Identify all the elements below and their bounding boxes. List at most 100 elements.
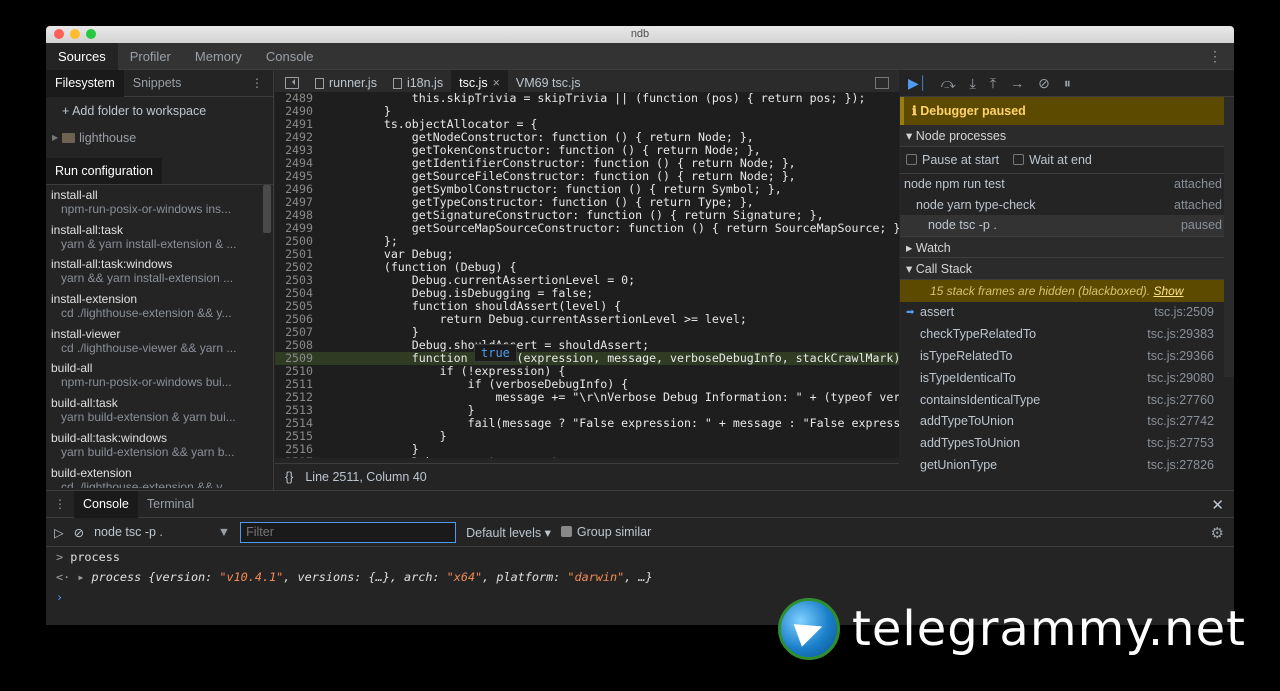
- navigator-tabs: Filesystem Snippets ⋮: [46, 69, 273, 97]
- tab-filesystem[interactable]: Filesystem: [46, 69, 124, 97]
- run-item-command: cd ./lighthouse-extension && y...: [61, 479, 232, 489]
- call-frame[interactable]: getUnionType tsc.js:27826: [900, 454, 1234, 476]
- frame-location[interactable]: tsc.js:29080: [1147, 371, 1214, 385]
- tab-console[interactable]: Console: [254, 43, 326, 70]
- process-item[interactable]: node npm run test attached: [900, 174, 1234, 195]
- run-item-name: build-all: [51, 361, 93, 376]
- close-drawer-icon[interactable]: ✕: [1211, 496, 1224, 514]
- zoom-window-button[interactable]: [86, 29, 96, 39]
- pause-at-start-checkbox[interactable]: Pause at start: [906, 153, 999, 167]
- more-options-icon[interactable]: ⋮: [1208, 49, 1222, 63]
- call-frame[interactable]: addTypesToUnion tsc.js:27753: [900, 432, 1234, 454]
- frame-location[interactable]: tsc.js:29366: [1147, 349, 1214, 363]
- run-item[interactable]: install-all:task:windows yarn && yarn ins…: [46, 254, 273, 289]
- output-arch: "x64": [446, 570, 483, 584]
- run-item[interactable]: build-all:task:windows yarn build-extensi…: [46, 428, 273, 463]
- minimize-window-button[interactable]: [70, 29, 80, 39]
- run-item[interactable]: build-all:task yarn build-extension & yar…: [46, 393, 273, 428]
- step-over-icon[interactable]: ⤼: [941, 75, 956, 92]
- call-frame[interactable]: containsIdenticalType tsc.js:27760: [900, 389, 1234, 411]
- tab-console-drawer[interactable]: Console: [74, 490, 138, 518]
- watch-title: Watch: [915, 240, 951, 255]
- process-state: paused: [1180, 218, 1222, 233]
- close-window-button[interactable]: [54, 29, 64, 39]
- run-item-name: install-all: [51, 188, 98, 202]
- code-line[interactable]: 2517 Debug.assert = assert;: [275, 456, 899, 459]
- step-out-icon[interactable]: ⤒: [990, 75, 996, 92]
- tab-snippets[interactable]: Snippets: [124, 70, 191, 97]
- call-frame[interactable]: isTypeRelatedTo tsc.js:29366: [900, 345, 1234, 367]
- watermark-text: telegrammy.net: [852, 601, 1246, 657]
- run-item-name: build-extension: [51, 465, 132, 480]
- run-item-command: cd ./lighthouse-extension && y...: [61, 306, 232, 321]
- frame-location[interactable]: tsc.js:29383: [1147, 327, 1214, 341]
- app-window: ndb Sources Profiler Memory Console ⋮ Fi…: [46, 26, 1234, 625]
- drawer-menu-icon[interactable]: ⋮: [46, 497, 74, 511]
- run-item[interactable]: install-all:task yarn & yarn install-exte…: [46, 220, 273, 255]
- run-item[interactable]: build-extension cd ./lighthouse-extension…: [46, 463, 273, 489]
- show-frames-link[interactable]: Show: [1153, 284, 1183, 298]
- frame-location[interactable]: tsc.js:27742: [1147, 414, 1214, 428]
- line-number[interactable]: 2517: [275, 456, 317, 459]
- clear-console-icon[interactable]: ⊘: [74, 525, 84, 540]
- folder-item[interactable]: ▶ lighthouse: [46, 125, 273, 151]
- tab-memory[interactable]: Memory: [183, 43, 254, 70]
- toggle-navigator-icon[interactable]: [285, 77, 299, 89]
- frame-location[interactable]: tsc.js:2509: [1154, 305, 1214, 319]
- toggle-debugger-icon[interactable]: [875, 77, 889, 89]
- telegram-globe-logo: [778, 598, 840, 660]
- console-filter-input[interactable]: [240, 521, 457, 543]
- step-icon[interactable]: →: [1010, 75, 1024, 91]
- settings-gear-icon[interactable]: ⚙: [1211, 524, 1224, 542]
- navigator-more-icon[interactable]: ⋮: [251, 76, 263, 90]
- debugger-sidebar: ▶⏐ ⤼ ⤓ ⤒ → ⊘ ⏸ ℹ Debugger paused ▾ Node …: [900, 70, 1234, 490]
- group-similar-checkbox[interactable]: Group similar: [560, 525, 651, 539]
- run-item-name: install-all:task: [51, 222, 124, 237]
- tab-profiler[interactable]: Profiler: [118, 43, 183, 70]
- run-list-scrollbar[interactable]: [263, 185, 271, 233]
- pretty-print-icon[interactable]: {}: [285, 470, 293, 484]
- process-item-selected[interactable]: node tsc -p . paused: [900, 215, 1234, 236]
- node-processes-title: Node processes: [915, 129, 1007, 143]
- add-folder-button[interactable]: + Add folder to workspace: [46, 97, 273, 125]
- run-item-command: cd ./lighthouse-viewer && yarn ...: [61, 340, 237, 355]
- context-select[interactable]: node tsc -p . ▼: [94, 525, 230, 539]
- window-title: ndb: [630, 28, 650, 40]
- frame-location[interactable]: tsc.js:27760: [1147, 393, 1214, 407]
- code-editor[interactable]: 2489 this.skipTrivia = skipTrivia || (fu…: [275, 92, 899, 458]
- console-output-line[interactable]: <· ▸ process {version: "v10.4.1", versio…: [46, 567, 1234, 587]
- run-item-name: build-all:task:windows: [51, 430, 168, 445]
- pause-on-exceptions-icon[interactable]: ⏸: [1064, 75, 1071, 92]
- run-item[interactable]: build-all npm-run-posix-or-windows bui...: [46, 358, 273, 393]
- frame-function: checkTypeRelatedTo: [920, 327, 1037, 342]
- call-frame[interactable]: checkTypeRelatedTo tsc.js:29383: [900, 323, 1234, 345]
- frame-function: addTypeToUnion: [920, 414, 1014, 429]
- process-item[interactable]: node yarn type-check attached: [900, 195, 1234, 216]
- run-item[interactable]: install-all npm-run-posix-or-windows ins.…: [46, 185, 273, 220]
- step-into-icon[interactable]: ⤓: [970, 75, 976, 92]
- run-item-command: yarn build-extension && yarn b...: [61, 444, 235, 459]
- run-item[interactable]: install-viewer cd ./lighthouse-viewer && …: [46, 324, 273, 359]
- show-sidebar-icon[interactable]: ▷: [54, 525, 64, 540]
- log-levels-select[interactable]: Default levels ▾: [466, 525, 551, 540]
- debugger-toolbar: ▶⏐ ⤼ ⤓ ⤒ → ⊘ ⏸: [900, 70, 1234, 97]
- tab-sources[interactable]: Sources: [46, 42, 118, 70]
- watch-header[interactable]: ▸ Watch: [900, 235, 1234, 258]
- run-item[interactable]: install-extension cd ./lighthouse-extensi…: [46, 289, 273, 324]
- frame-location[interactable]: tsc.js:27826: [1147, 458, 1214, 472]
- call-stack-header[interactable]: ▾ Call Stack: [900, 257, 1234, 280]
- call-frame[interactable]: ➡ assert tsc.js:2509: [900, 302, 1234, 324]
- run-configuration-header: Run configuration: [46, 157, 273, 185]
- deactivate-breakpoints-icon[interactable]: ⊘: [1038, 75, 1050, 92]
- node-processes-header[interactable]: ▾ Node processes: [900, 125, 1234, 147]
- info-icon: ℹ: [912, 104, 921, 118]
- call-frame[interactable]: addTypeToUnion tsc.js:27742: [900, 410, 1234, 432]
- call-frame[interactable]: isTypeIdenticalTo tsc.js:29080: [900, 367, 1234, 389]
- frame-function: assert: [920, 305, 955, 320]
- run-item-name: build-all:task: [51, 396, 118, 411]
- wait-at-end-checkbox[interactable]: Wait at end: [1013, 153, 1092, 167]
- title-bar: ndb: [46, 26, 1234, 43]
- frame-location[interactable]: tsc.js:27753: [1147, 436, 1214, 450]
- resume-icon[interactable]: ▶⏐: [908, 75, 927, 92]
- tab-terminal[interactable]: Terminal: [138, 491, 203, 518]
